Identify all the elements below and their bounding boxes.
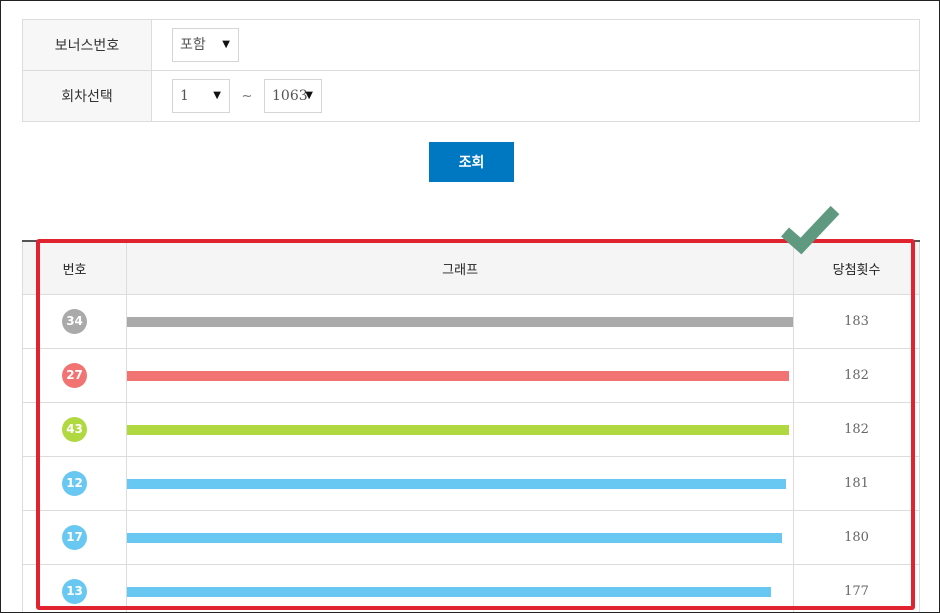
frequency-bar	[127, 424, 790, 435]
frequency-bar	[127, 478, 787, 489]
table-row: 34 183	[21, 294, 920, 349]
check-mark-icon	[781, 205, 840, 255]
round-label: 회차선택	[22, 70, 152, 122]
count-cell: 183	[793, 294, 920, 349]
graph-cell	[126, 564, 795, 612]
page-frame: 보너스번호 포함 ▼ 회차선택 1 ▼ ~ 1063 ▼ 조회 번호 그래프 당…	[0, 0, 940, 613]
round-from-value: 1	[180, 88, 189, 104]
number-cell: 34	[21, 294, 128, 349]
bonus-label: 보너스번호	[22, 19, 152, 71]
lotto-ball: 17	[62, 525, 88, 550]
lotto-ball: 43	[62, 417, 88, 442]
filter-table: 보너스번호 포함 ▼ 회차선택 1 ▼ ~ 1063 ▼	[22, 19, 920, 122]
count-cell: 181	[793, 456, 920, 511]
graph-cell	[126, 510, 795, 565]
stats-table: 번호 그래프 당첨횟수 34 183 27 182 43 182 12 181 17 180 13 1…	[21, 240, 920, 612]
number-cell: 17	[21, 510, 128, 565]
table-row: 12 181	[21, 456, 920, 511]
table-row: 17 180	[21, 510, 920, 565]
graph-cell	[126, 348, 795, 403]
frequency-bar	[127, 370, 790, 381]
graph-cell	[126, 294, 795, 349]
frequency-bar	[127, 532, 783, 543]
stats-body: 34 183 27 182 43 182 12 181 17 180 13 177	[21, 294, 920, 612]
lotto-ball: 12	[62, 471, 88, 496]
graph-cell	[126, 456, 795, 511]
frequency-bar	[127, 586, 772, 597]
bonus-select-value: 포함	[180, 37, 206, 53]
graph-cell	[126, 402, 795, 457]
caret-down-icon: ▼	[305, 90, 313, 101]
count-cell: 182	[793, 348, 920, 403]
round-to-value: 1063	[272, 88, 308, 104]
round-from-select[interactable]: 1 ▼	[172, 79, 230, 113]
number-cell: 43	[21, 402, 128, 457]
lotto-ball: 34	[62, 309, 88, 334]
table-row: 43 182	[21, 402, 920, 457]
frequency-bar	[127, 316, 794, 327]
number-cell: 27	[21, 348, 128, 403]
round-cell: 1 ▼ ~ 1063 ▼	[151, 70, 920, 122]
round-separator: ~	[241, 88, 253, 104]
graph-column-header: 그래프	[126, 240, 795, 295]
round-row: 회차선택 1 ▼ ~ 1063 ▼	[22, 70, 920, 122]
count-cell: 177	[793, 564, 920, 612]
caret-down-icon: ▼	[213, 90, 221, 101]
number-column-header: 번호	[21, 240, 128, 295]
bonus-select[interactable]: 포함 ▼	[172, 28, 239, 62]
bonus-row: 보너스번호 포함 ▼	[22, 19, 920, 71]
round-to-select[interactable]: 1063 ▼	[264, 79, 322, 113]
count-cell: 180	[793, 510, 920, 565]
lotto-ball: 27	[62, 363, 88, 388]
bonus-cell: 포함 ▼	[151, 19, 920, 71]
lotto-ball: 13	[62, 579, 88, 604]
search-button[interactable]: 조회	[429, 142, 514, 182]
caret-down-icon: ▼	[222, 39, 230, 50]
table-row: 13 177	[21, 564, 920, 612]
count-cell: 182	[793, 402, 920, 457]
number-cell: 13	[21, 564, 128, 612]
table-row: 27 182	[21, 348, 920, 403]
number-cell: 12	[21, 456, 128, 511]
